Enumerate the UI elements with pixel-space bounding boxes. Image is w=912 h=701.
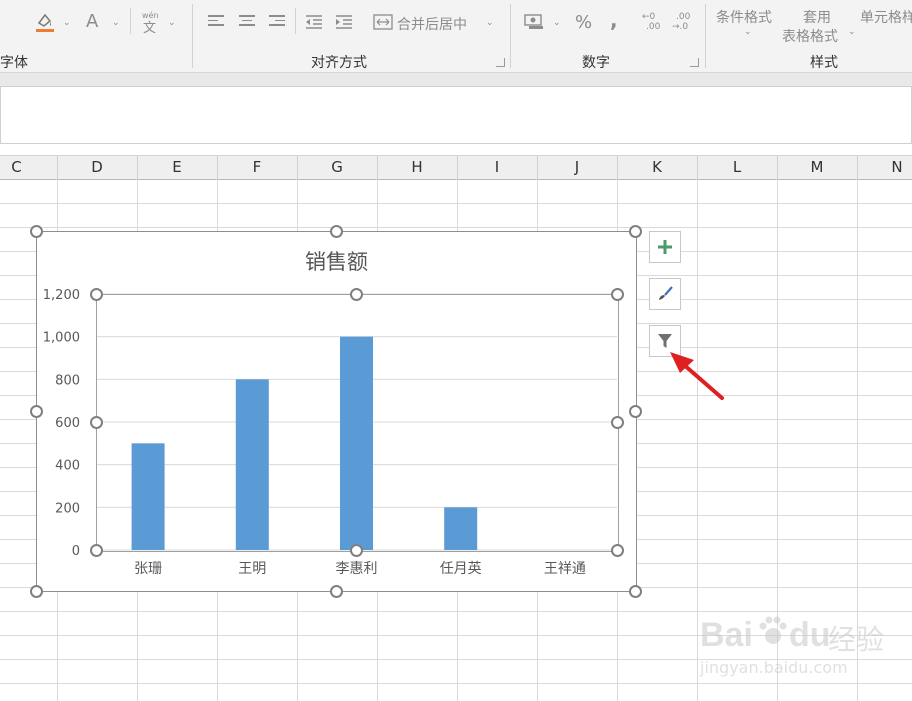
plot-resize-handle[interactable]	[611, 416, 624, 429]
merge-caret-icon[interactable]: ⌄	[486, 18, 494, 28]
plus-icon	[658, 240, 672, 254]
increase-decimal-bottom[interactable]: .00	[646, 22, 660, 32]
watermark: Bai du 经验 jingyan.baidu.com	[700, 602, 900, 692]
column-header-g[interactable]: G	[297, 156, 377, 179]
chart-resize-handle[interactable]	[30, 405, 43, 418]
font-size-button[interactable]: A	[86, 11, 98, 32]
comma-button[interactable]: ,	[610, 8, 618, 32]
group-separator	[510, 4, 511, 68]
column-header-i[interactable]: I	[457, 156, 537, 179]
pinyin-caret-icon[interactable]: ⌄	[168, 18, 176, 28]
table-format-caret-icon[interactable]: ⌄	[848, 27, 856, 37]
column-header-c[interactable]: C	[0, 156, 57, 179]
chart-resize-handle[interactable]	[30, 585, 43, 598]
conditional-format-button[interactable]: 条件格式	[716, 7, 772, 27]
separator	[130, 8, 131, 34]
chart-filter-button[interactable]	[649, 325, 681, 357]
filter-icon	[658, 334, 672, 348]
plot-resize-handle[interactable]	[90, 416, 103, 429]
add-chart-element-button[interactable]	[649, 231, 681, 263]
plot-resize-handle[interactable]	[611, 288, 624, 301]
column-header-e[interactable]: E	[137, 156, 217, 179]
accounting-caret-icon[interactable]: ⌄	[553, 18, 561, 28]
column-header-j[interactable]: J	[537, 156, 617, 179]
align-left-icon[interactable]	[208, 15, 224, 29]
group-separator	[705, 4, 706, 68]
align-right-icon[interactable]	[269, 15, 285, 29]
plot-resize-handle[interactable]	[350, 544, 363, 557]
chart-resize-handle[interactable]	[629, 225, 642, 238]
increase-decimal-top[interactable]: ←0	[642, 12, 655, 22]
cell-styles-button[interactable]: 单元格样	[860, 7, 912, 27]
column-header-f[interactable]: F	[217, 156, 297, 179]
number-group-label: 数字	[582, 55, 610, 71]
alignment-group-label: 对齐方式	[311, 55, 367, 71]
number-launcher-icon[interactable]	[690, 58, 699, 67]
separator	[295, 8, 296, 34]
align-center-icon[interactable]	[239, 15, 255, 29]
decrease-decimal-top[interactable]: .00	[676, 12, 690, 22]
plot-resize-handle[interactable]	[350, 288, 363, 301]
column-header-d[interactable]: D	[57, 156, 137, 179]
chart-resize-handle[interactable]	[629, 585, 642, 598]
watermark-brand: Bai	[700, 616, 753, 654]
chart-resize-handle[interactable]	[330, 585, 343, 598]
decrease-indent-icon[interactable]	[303, 10, 325, 34]
font-color-icon[interactable]	[34, 10, 56, 34]
increase-indent-icon[interactable]	[333, 10, 355, 34]
watermark-brand2: du	[789, 616, 831, 654]
chart-title[interactable]: 销售额	[37, 246, 636, 276]
plot-area[interactable]	[96, 294, 619, 552]
paw-icon	[759, 616, 787, 644]
font-size-caret-icon[interactable]: ⌄	[112, 18, 120, 28]
merge-center-button[interactable]: 合并后居中	[397, 14, 467, 34]
column-header-m[interactable]: M	[777, 156, 857, 179]
percent-button[interactable]: %	[575, 12, 592, 33]
column-header-l[interactable]: L	[697, 156, 777, 179]
chart-resize-handle[interactable]	[330, 225, 343, 238]
plot-resize-handle[interactable]	[90, 288, 103, 301]
alignment-launcher-icon[interactable]	[496, 58, 505, 67]
group-separator	[192, 4, 193, 68]
formula-bar[interactable]	[0, 86, 912, 144]
table-format-button[interactable]: 套用	[803, 7, 831, 27]
column-header-n[interactable]: N	[857, 156, 912, 179]
pinyin-button[interactable]: 文	[143, 17, 156, 36]
font-group-label: 字体	[0, 55, 28, 71]
merge-center-icon[interactable]	[372, 10, 394, 34]
plot-resize-handle[interactable]	[90, 544, 103, 557]
plot-resize-handle[interactable]	[611, 544, 624, 557]
chart-resize-handle[interactable]	[30, 225, 43, 238]
conditional-caret-icon[interactable]: ⌄	[744, 27, 752, 37]
column-header-k[interactable]: K	[617, 156, 697, 179]
chart-resize-handle[interactable]	[629, 405, 642, 418]
ribbon: ⌄ A ⌄ wén 文 ⌄ 字体 合并后居中 ⌄ 对齐方式 ⌄ % , ←0 .…	[0, 0, 912, 72]
font-color-caret-icon[interactable]: ⌄	[63, 18, 71, 28]
brush-icon	[659, 286, 673, 300]
watermark-cn: 经验	[828, 623, 885, 656]
chart-style-button[interactable]	[649, 278, 681, 310]
accounting-format-icon[interactable]	[523, 10, 547, 34]
column-header-h[interactable]: H	[377, 156, 457, 179]
column-header-bar: CDEFGHIJKLMN	[0, 155, 912, 180]
watermark-url: jingyan.baidu.com	[700, 658, 848, 677]
table-format-label[interactable]: 表格格式	[782, 26, 838, 46]
ribbon-gap	[0, 73, 912, 86]
styles-group-label: 样式	[810, 55, 838, 71]
decrease-decimal-bottom[interactable]: →.0	[672, 22, 688, 32]
